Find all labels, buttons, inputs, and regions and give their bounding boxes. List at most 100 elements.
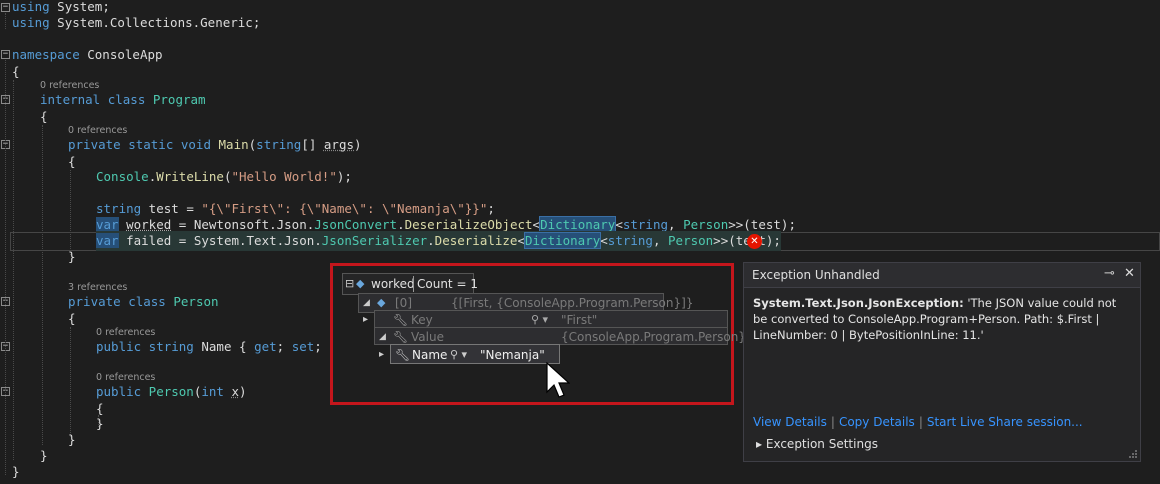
magnifier-icon[interactable]: ⚲ ▾ — [450, 346, 467, 364]
parameter-name: args — [323, 137, 355, 152]
type-name: Person — [683, 217, 729, 232]
mouse-pointer-icon — [546, 362, 570, 398]
code-line[interactable]: } — [68, 247, 76, 267]
keyword: string — [96, 201, 142, 216]
exception-helper[interactable]: Exception Unhandled ⊸ ✕ System.Text.Json… — [743, 262, 1141, 462]
datatip-value: {ConsoleApp.Program.Person} — [561, 330, 746, 344]
keyword: using — [12, 0, 50, 14]
datatip-value: "Nemanja" — [480, 348, 545, 362]
datatip-row-name[interactable]: ▸ 🔧︎ Name ⚲ ▾ "Nemanja" — [379, 344, 560, 364]
code-line[interactable]: } — [12, 462, 20, 482]
fold-collapse-icon[interactable]: − — [1, 3, 10, 12]
keyword: internal class — [40, 92, 146, 107]
keyword: string — [622, 217, 669, 232]
exception-type: System.Text.Json.JsonException: — [753, 296, 964, 310]
expander-icon[interactable]: ▸ — [363, 311, 368, 329]
code-line[interactable]: namespace ConsoleApp — [12, 45, 163, 65]
code-text: < — [600, 233, 608, 248]
wrench-icon: 🔧︎ — [395, 348, 411, 362]
code-line[interactable]: internal class Program — [40, 90, 206, 110]
code-line[interactable]: public string Name { get; set; } — [96, 337, 337, 357]
keyword: public — [96, 384, 142, 399]
datatip-row-key[interactable]: ▸ 🔧︎ Key ⚲ ▾ "First" — [363, 310, 728, 328]
code-line[interactable]: { — [12, 62, 20, 82]
view-details-link[interactable]: View Details — [753, 415, 827, 429]
code-line[interactable]: var failed = System.Text.Json.JsonSerial… — [96, 231, 781, 251]
keyword: get — [254, 339, 277, 354]
code-line[interactable]: } — [68, 430, 76, 450]
code-text: = System.Text.Json. — [171, 233, 322, 248]
live-share-link[interactable]: Start Live Share session... — [927, 415, 1083, 429]
code-text: ); — [336, 169, 352, 184]
code-text: = — [178, 201, 202, 216]
method-name: WriteLine — [156, 169, 224, 184]
code-line[interactable]: } — [96, 414, 104, 434]
code-text: . — [397, 217, 405, 232]
keyword: namespace — [12, 47, 80, 62]
property-name: Name { — [193, 339, 255, 354]
variable-name: test — [141, 201, 179, 216]
copy-details-link[interactable]: Copy Details — [839, 415, 915, 429]
divider — [413, 276, 414, 292]
code-text: >>(test); — [728, 217, 796, 232]
code-line[interactable]: Console.WriteLine("Hello World!"); — [96, 167, 352, 187]
datatip-name: Name — [412, 348, 448, 362]
type-name: Person — [668, 233, 714, 248]
code-line[interactable]: { — [68, 152, 76, 172]
keyword: private class — [68, 294, 166, 309]
parameter-name: x — [231, 384, 240, 399]
method-name: DeserializeObject — [404, 217, 533, 232]
type-name: JsonSerializer — [321, 233, 428, 248]
code-line[interactable]: public Person(int x) — [96, 382, 247, 402]
indent-guide — [70, 327, 71, 437]
variable-name[interactable]: worked — [126, 217, 171, 232]
keyword: string — [256, 137, 302, 152]
type-name: JsonConvert — [314, 217, 398, 232]
keyword: set — [291, 339, 315, 354]
chevron-right-icon: ▸ — [756, 437, 763, 451]
code-text: System; — [49, 0, 110, 14]
outline-line — [5, 13, 6, 29]
keyword: var — [96, 217, 119, 232]
exception-header: Exception Unhandled ⊸ ✕ — [744, 263, 1140, 288]
close-icon[interactable]: ✕ — [1124, 266, 1135, 281]
code-line[interactable]: using System.Collections.Generic; — [12, 13, 260, 33]
fold-collapse-icon[interactable]: − — [1, 50, 10, 59]
indent-guide — [13, 80, 14, 460]
datatip-row-value[interactable]: ◢ 🔧︎ Value {ConsoleApp.Program.Person} — [374, 327, 746, 346]
type-name: Console — [96, 169, 149, 184]
keyword: string — [607, 233, 653, 248]
keyword: using — [12, 15, 50, 30]
string-literal: "{\"First\": {\"Name\": \"Nemanja\"}}" — [201, 201, 488, 216]
code-text: < — [615, 217, 623, 232]
code-text: System.Collections.Generic; — [49, 15, 261, 30]
datatip-value: Count = 1 — [417, 277, 478, 291]
code-line[interactable]: } — [40, 446, 48, 466]
pin-icon[interactable]: ⊸ — [1104, 266, 1115, 281]
code-line[interactable]: { — [40, 107, 48, 127]
expand-collapse-icon[interactable]: ⊟ — [345, 275, 354, 293]
type-name: Dictionary — [539, 216, 617, 233]
error-icon[interactable]: ✕ — [747, 234, 762, 249]
indent-guide — [42, 125, 43, 445]
datatip-name: worked — [371, 277, 415, 291]
code-line[interactable]: { — [68, 309, 76, 329]
code-text: ; — [487, 201, 495, 216]
keyword: int — [201, 384, 224, 399]
method-name: Main — [211, 137, 249, 152]
code-line[interactable]: private static void Main(string[] args) — [68, 135, 362, 155]
expander-icon[interactable]: ◢ — [379, 328, 386, 346]
resize-grip-icon[interactable] — [1128, 449, 1138, 459]
code-text: < — [517, 233, 525, 248]
code-text: , — [652, 233, 669, 248]
class-name: Program — [145, 92, 206, 107]
keyword: private static void — [68, 137, 211, 152]
expander-icon[interactable]: ▸ — [379, 346, 384, 364]
class-name: Person — [165, 294, 219, 309]
code-text: < — [532, 217, 541, 232]
exception-settings-toggle[interactable]: ▸ Exception Settings — [756, 437, 878, 451]
expander-icon[interactable]: ◢ — [363, 294, 370, 312]
code-line[interactable]: private class Person — [68, 292, 219, 312]
datatip-root[interactable]: ⊟ ◆ worked Count = 1 — [342, 273, 478, 295]
exception-links: View Details | Copy Details | Start Live Sha… — [753, 415, 1083, 429]
